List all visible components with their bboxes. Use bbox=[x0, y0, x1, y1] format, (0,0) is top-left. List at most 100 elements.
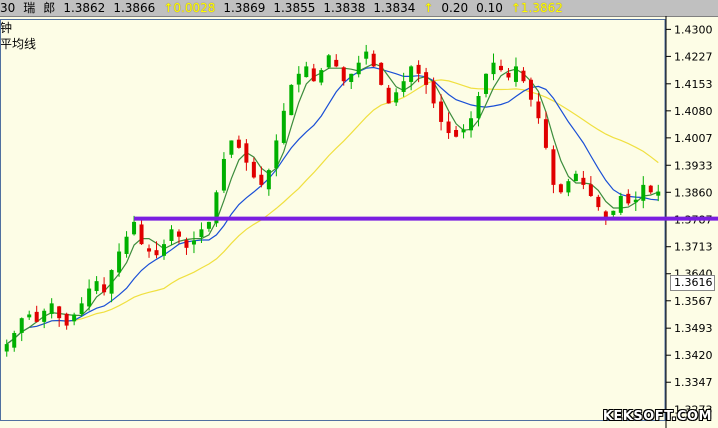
candle-body bbox=[349, 73, 354, 82]
y-tick-label: 1.4007 bbox=[674, 132, 713, 145]
candle-body bbox=[543, 119, 548, 148]
candle-body bbox=[618, 195, 623, 213]
candle-body bbox=[498, 65, 503, 71]
candle-body bbox=[431, 81, 436, 104]
candle-body bbox=[611, 210, 616, 215]
candle-body bbox=[34, 311, 39, 322]
y-tick-label: 1.3567 bbox=[674, 295, 713, 308]
candle-body bbox=[251, 161, 256, 178]
candle-body bbox=[94, 281, 99, 292]
candle-body bbox=[409, 66, 414, 82]
candle-body bbox=[12, 332, 17, 348]
candle-body bbox=[386, 87, 391, 104]
ma-mid-line bbox=[6, 66, 659, 345]
candle-body bbox=[259, 174, 264, 185]
candle-body bbox=[311, 68, 316, 82]
candle-body bbox=[648, 185, 653, 193]
candle-body bbox=[326, 55, 331, 68]
candlestick-chart[interactable]: 1.4300 1.4227 1.4153 1.4080 1.4007 1.3933 1.38… bbox=[0, 0, 718, 428]
y-tick-label: 1.4227 bbox=[674, 50, 713, 63]
candle-body bbox=[454, 129, 459, 137]
candle-body bbox=[656, 191, 661, 196]
candle-body bbox=[49, 303, 54, 314]
candle-body bbox=[536, 101, 541, 119]
candle-body bbox=[229, 140, 234, 155]
candle-body bbox=[221, 158, 226, 191]
candle-body bbox=[57, 306, 62, 319]
candle-body bbox=[521, 70, 526, 82]
candle-body bbox=[461, 129, 466, 133]
candle-body bbox=[558, 184, 563, 193]
candle-body bbox=[304, 66, 309, 78]
candle-body bbox=[319, 70, 324, 83]
candle-body bbox=[491, 62, 496, 75]
candle-body bbox=[626, 193, 631, 204]
candle-body bbox=[364, 51, 369, 59]
candle-body bbox=[513, 66, 518, 82]
candle-body bbox=[633, 199, 638, 203]
candle-body bbox=[588, 184, 593, 196]
candle-body bbox=[484, 73, 489, 94]
candle-body bbox=[446, 121, 451, 134]
candle-body bbox=[72, 314, 77, 322]
candle-body bbox=[236, 139, 241, 148]
candle-body bbox=[87, 288, 92, 307]
candle-body bbox=[42, 310, 47, 322]
candle-body bbox=[566, 181, 571, 193]
candle-body bbox=[147, 248, 152, 252]
candle-body bbox=[64, 313, 69, 326]
candle-body bbox=[551, 149, 556, 185]
candle-body bbox=[379, 62, 384, 85]
current-price-label: 1.3616 bbox=[670, 274, 715, 291]
candle-body bbox=[506, 72, 511, 78]
candle-body bbox=[401, 81, 406, 92]
candle-body bbox=[132, 221, 137, 235]
candle-body bbox=[476, 96, 481, 119]
candle-body bbox=[27, 314, 32, 318]
candle-body bbox=[528, 79, 533, 100]
candle-body bbox=[79, 303, 84, 315]
candle-body bbox=[424, 72, 429, 85]
candle-body bbox=[176, 231, 181, 237]
candle-body bbox=[573, 173, 578, 182]
candle-body bbox=[371, 53, 376, 67]
candle-body bbox=[289, 84, 294, 116]
watermark-logo: KEKSOFT.COM bbox=[602, 409, 712, 424]
candle-body bbox=[199, 229, 204, 238]
candle-body bbox=[266, 170, 271, 190]
candle-body bbox=[169, 229, 174, 241]
candle-body bbox=[394, 92, 399, 103]
candle-body bbox=[244, 143, 249, 163]
candle-body bbox=[109, 270, 114, 294]
y-tick-label: 1.4080 bbox=[674, 105, 713, 118]
candle-body bbox=[139, 224, 144, 245]
candle-body bbox=[416, 64, 421, 74]
candle-body bbox=[102, 284, 107, 293]
candle-body bbox=[4, 344, 9, 352]
y-tick-label: 1.3347 bbox=[674, 376, 713, 389]
candle-body bbox=[296, 73, 301, 85]
y-tick-label: 1.3933 bbox=[674, 159, 713, 172]
candle-body bbox=[117, 251, 122, 273]
y-tick-label: 1.4300 bbox=[674, 23, 713, 36]
candle-body bbox=[274, 140, 279, 169]
y-tick-label: 1.3420 bbox=[674, 349, 713, 362]
candle-body bbox=[581, 177, 586, 185]
candle-body bbox=[19, 318, 24, 333]
candle-body bbox=[439, 101, 444, 122]
candle-body bbox=[356, 62, 361, 75]
candle-body bbox=[184, 240, 189, 248]
candle-body bbox=[206, 221, 211, 229]
candle-body bbox=[162, 244, 167, 256]
candle-body bbox=[334, 59, 339, 67]
candle-body bbox=[469, 118, 474, 131]
y-tick-label: 1.3713 bbox=[674, 241, 713, 254]
candle-body bbox=[341, 67, 346, 82]
candle-body bbox=[641, 184, 646, 201]
candle-body bbox=[281, 110, 286, 143]
candle-body bbox=[154, 250, 159, 256]
y-tick-label: 1.3493 bbox=[674, 322, 713, 335]
candle-body bbox=[596, 196, 601, 208]
ma-long-line bbox=[6, 79, 659, 345]
y-tick-label: 1.3860 bbox=[674, 186, 713, 199]
